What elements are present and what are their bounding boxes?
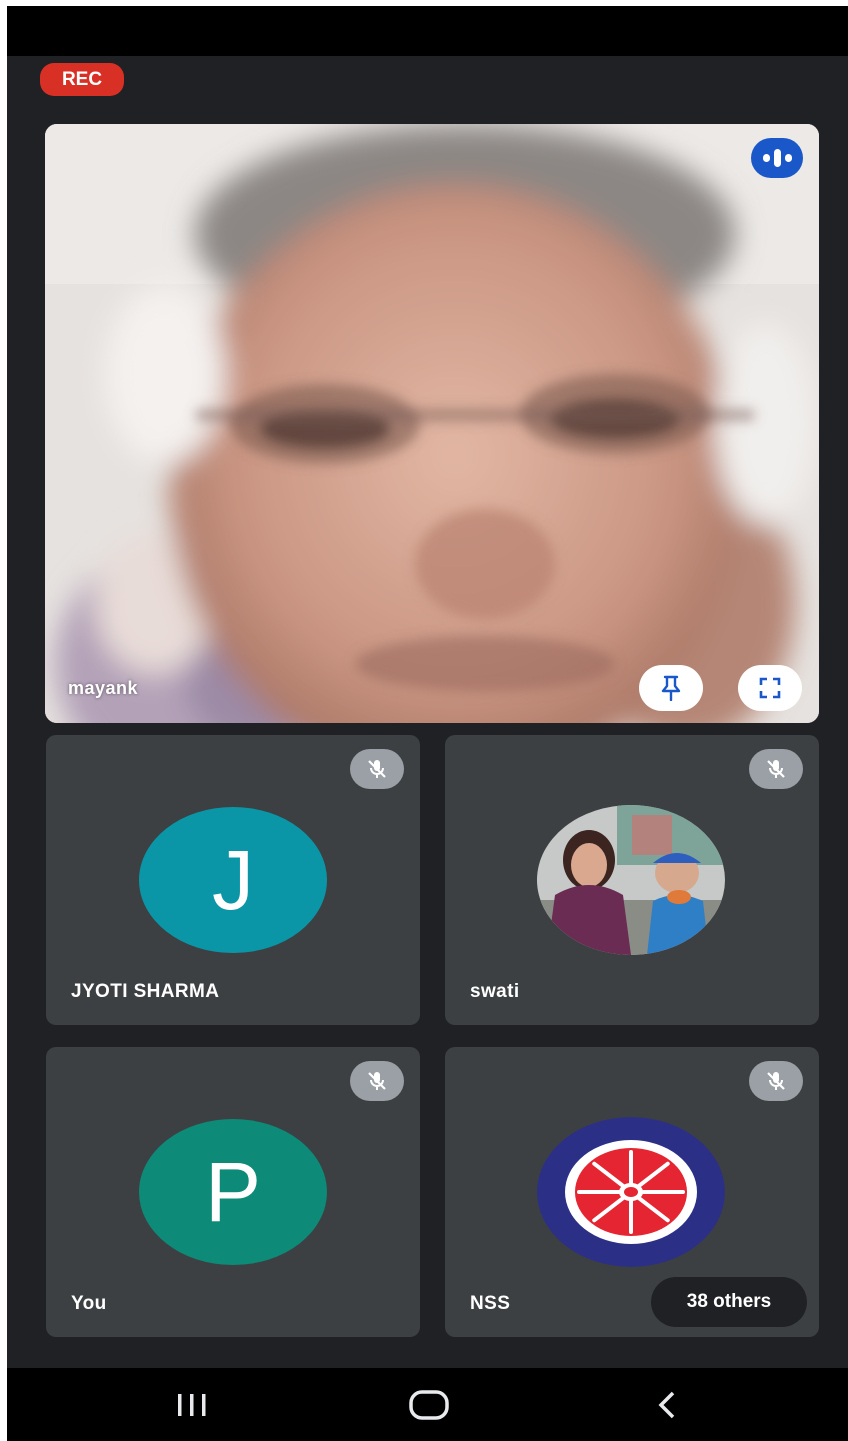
mic-off-badge: [749, 1061, 803, 1101]
recording-badge: REC: [40, 63, 124, 96]
participant-name: JYOTI SHARMA: [71, 981, 220, 1002]
mic-off-icon: [368, 1072, 386, 1090]
participant-tile-jyoti-sharma[interactable]: J JYOTI SHARMA: [46, 735, 420, 1025]
mic-off-icon: [368, 760, 386, 778]
participant-name: You: [71, 1293, 107, 1314]
android-navigation-bar: [7, 1368, 848, 1441]
participant-video: [45, 124, 819, 723]
status-bar: [7, 6, 848, 56]
nss-logo: [537, 1117, 725, 1267]
meeting-screen: REC mayank J JYOTI SHARMA swati P You NS…: [7, 6, 848, 1441]
fullscreen-icon: [759, 677, 781, 699]
participant-name: swati: [470, 981, 520, 1002]
fullscreen-button[interactable]: [738, 665, 802, 711]
mic-off-icon: [767, 1072, 785, 1090]
mic-off-badge: [350, 749, 404, 789]
participant-tile-swati[interactable]: swati: [445, 735, 819, 1025]
pin-button[interactable]: [639, 665, 703, 711]
main-participant-name: mayank: [68, 678, 139, 698]
participant-tile-you[interactable]: P You: [46, 1047, 420, 1337]
recent-apps-button[interactable]: [147, 1368, 237, 1441]
mic-off-badge: [749, 749, 803, 789]
others-count-button[interactable]: 38 others: [651, 1277, 807, 1327]
main-participant-tile[interactable]: mayank: [45, 124, 819, 723]
home-icon: [409, 1389, 449, 1420]
avatar-photo: [537, 805, 725, 955]
avatar: J: [139, 807, 327, 953]
back-button[interactable]: [622, 1368, 712, 1441]
avatar: P: [139, 1119, 327, 1265]
recent-apps-icon: [178, 1393, 206, 1416]
home-button[interactable]: [384, 1368, 474, 1441]
back-icon: [658, 1391, 675, 1418]
participant-name: NSS: [470, 1293, 511, 1314]
participant-tile-nss[interactable]: NSS 38 others: [445, 1047, 819, 1337]
pin-icon: [661, 675, 681, 701]
mic-off-badge: [350, 1061, 404, 1101]
speaking-indicator-icon: [751, 138, 803, 178]
mic-off-icon: [767, 760, 785, 778]
